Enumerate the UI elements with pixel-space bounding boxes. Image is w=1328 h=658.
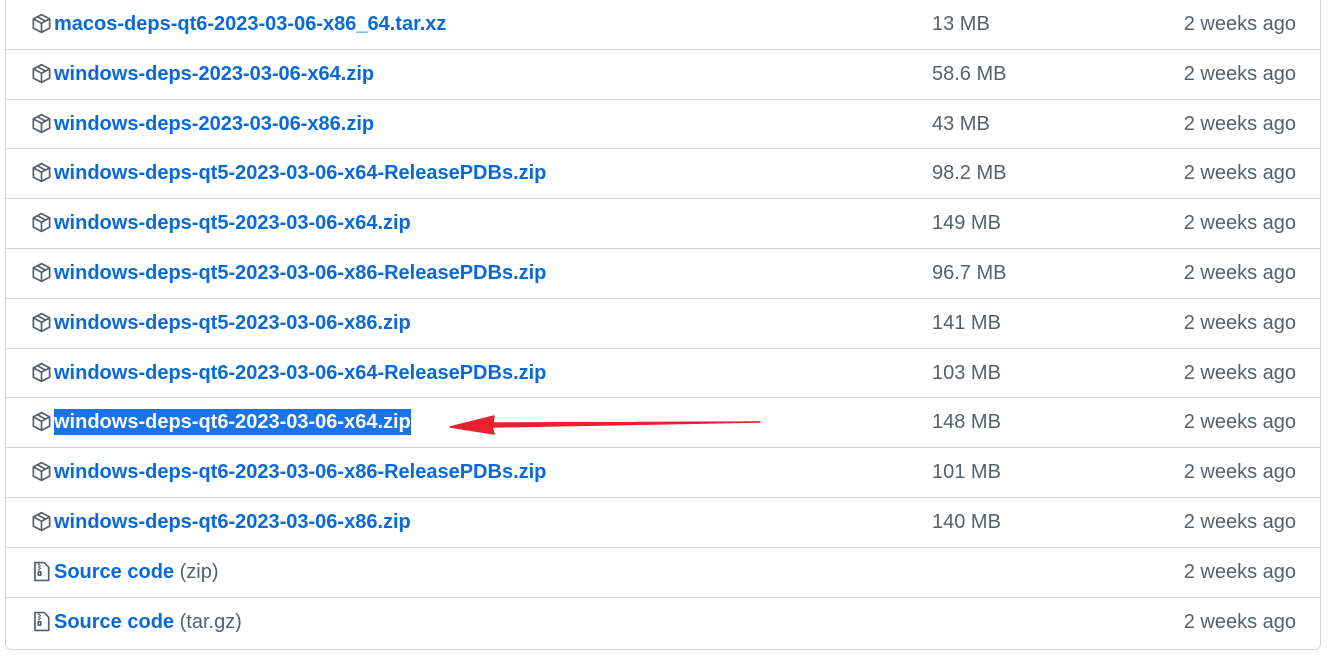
asset-row: windows-deps-qt5-2023-03-06-x86-ReleaseP… (6, 249, 1320, 299)
asset-date: 2 weeks ago (1183, 162, 1296, 185)
asset-date: 2 weeks ago (1183, 311, 1296, 334)
asset-size: 58.6 MB (932, 62, 1007, 85)
asset-row: windows-deps-qt5-2023-03-06-x64.zip 149 M… (6, 199, 1320, 249)
asset-download-link[interactable]: Source code (tar.gz) (54, 609, 242, 635)
asset-row: Source code (zip) 2 weeks ago (6, 548, 1320, 598)
asset-date: 2 weeks ago (1183, 212, 1296, 235)
package-icon (31, 212, 52, 233)
asset-row: windows-deps-2023-03-06-x64.zip 58.6 MB 2 … (6, 50, 1320, 100)
asset-format-suffix: (tar.gz) (179, 610, 242, 633)
asset-download-link[interactable]: windows-deps-qt5-2023-03-06-x86-ReleaseP… (54, 260, 546, 286)
asset-date: 2 weeks ago (1183, 560, 1296, 583)
file-zip-icon (31, 561, 52, 582)
asset-size: 101 MB (932, 461, 1001, 484)
asset-size: 43 MB (932, 112, 990, 135)
asset-row: macos-deps-qt6-2023-03-06-x86_64.tar.xz 1… (6, 0, 1320, 50)
asset-size: 140 MB (932, 511, 1001, 533)
asset-row: windows-deps-qt6-2023-03-06-x86-ReleaseP… (6, 448, 1320, 498)
package-icon (31, 312, 52, 333)
asset-format-suffix: (zip) (179, 560, 219, 583)
asset-date: 2 weeks ago (1183, 511, 1296, 533)
asset-download-link[interactable]: macos-deps-qt6-2023-03-06-x86_64.tar.xz (54, 11, 446, 37)
package-icon (31, 63, 52, 84)
asset-download-link[interactable]: windows-deps-qt5-2023-03-06-x86.zip (54, 310, 411, 336)
asset-download-link[interactable]: windows-deps-2023-03-06-x64.zip (54, 61, 374, 87)
asset-row: windows-deps-qt5-2023-03-06-x86.zip 141 M… (6, 299, 1320, 349)
asset-download-link[interactable]: windows-deps-qt5-2023-03-06-x64-ReleaseP… (54, 160, 546, 186)
package-icon (31, 411, 52, 432)
asset-download-link[interactable]: Source code (zip) (54, 559, 219, 585)
asset-date: 2 weeks ago (1183, 62, 1296, 85)
asset-size: 98.2 MB (932, 162, 1007, 185)
asset-row: Source code (tar.gz) 2 weeks ago (6, 598, 1320, 648)
file-zip-icon (31, 611, 52, 632)
asset-size: 103 MB (932, 361, 1001, 384)
asset-size: 148 MB (932, 411, 1001, 434)
asset-size: 13 MB (932, 13, 990, 35)
asset-date: 2 weeks ago (1183, 610, 1296, 633)
asset-date: 2 weeks ago (1183, 361, 1296, 384)
asset-download-link[interactable]: windows-deps-qt6-2023-03-06-x86-ReleaseP… (54, 459, 546, 485)
asset-date: 2 weeks ago (1183, 411, 1296, 434)
asset-download-link[interactable]: windows-deps-2023-03-06-x86.zip (54, 111, 374, 137)
package-icon (31, 13, 52, 34)
asset-size: 149 MB (932, 212, 1001, 235)
asset-row: windows-deps-qt6-2023-03-06-x64-ReleaseP… (6, 349, 1320, 399)
asset-download-link[interactable]: windows-deps-qt6-2023-03-06-x86.zip (54, 509, 411, 535)
asset-download-link[interactable]: windows-deps-qt6-2023-03-06-x64.zip (54, 409, 411, 436)
release-assets-list: macos-deps-qt6-2023-03-06-x86_64.tar.xz 1… (5, 0, 1321, 650)
asset-row: windows-deps-2023-03-06-x86.zip 43 MB 2 we… (6, 100, 1320, 150)
package-icon (31, 162, 52, 183)
asset-date: 2 weeks ago (1183, 13, 1296, 35)
asset-size: 141 MB (932, 311, 1001, 334)
asset-download-link[interactable]: windows-deps-qt6-2023-03-06-x64-ReleaseP… (54, 360, 546, 386)
package-icon (31, 362, 52, 383)
package-icon (31, 461, 52, 482)
asset-row: windows-deps-qt6-2023-03-06-x86.zip 140 M… (6, 498, 1320, 548)
asset-download-link[interactable]: windows-deps-qt5-2023-03-06-x64.zip (54, 210, 411, 236)
asset-size: 96.7 MB (932, 262, 1007, 284)
package-icon (31, 262, 52, 283)
asset-date: 2 weeks ago (1183, 112, 1296, 135)
asset-date: 2 weeks ago (1183, 461, 1296, 484)
asset-row: windows-deps-qt5-2023-03-06-x64-ReleaseP… (6, 149, 1320, 200)
asset-row-selected: windows-deps-qt6-2023-03-06-x64.zip 148 M… (6, 398, 1320, 449)
asset-date: 2 weeks ago (1183, 262, 1296, 284)
package-icon (31, 511, 52, 532)
package-icon (31, 113, 52, 134)
